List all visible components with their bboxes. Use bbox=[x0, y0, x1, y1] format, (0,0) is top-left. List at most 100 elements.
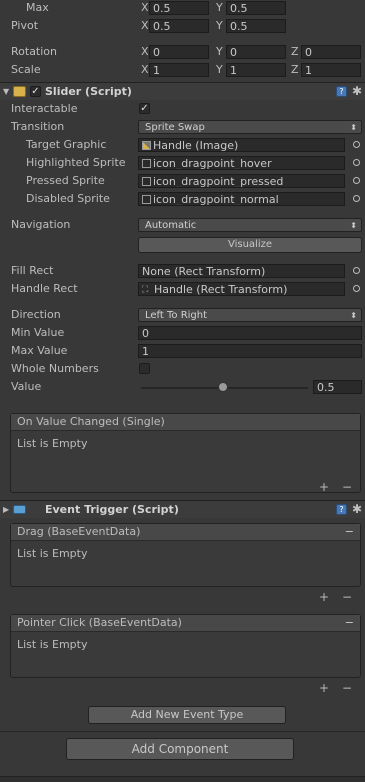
max-value-label: Max Value bbox=[11, 344, 68, 357]
slider-enabled-checkbox[interactable]: ✓ bbox=[30, 86, 41, 97]
object-picker-icon[interactable] bbox=[353, 285, 360, 292]
highlighted-sprite-label: Highlighted Sprite bbox=[26, 156, 126, 169]
pivot-x-axis-label: X bbox=[141, 19, 149, 32]
add-listener-button[interactable]: + bbox=[319, 681, 329, 695]
add-component-button[interactable]: Add Component bbox=[66, 738, 294, 760]
pivot-x-field[interactable]: 0.5 bbox=[149, 19, 209, 33]
pointer-click-event-panel: Pointer Click (BaseEventData) − List is … bbox=[10, 614, 361, 678]
drag-event-panel: Drag (BaseEventData) − List is Empty bbox=[10, 523, 361, 587]
disabled-sprite-label: Disabled Sprite bbox=[26, 192, 110, 205]
check-icon: ✓ bbox=[31, 86, 40, 97]
pivot-y-field[interactable]: 0.5 bbox=[226, 19, 286, 33]
whole-numbers-label: Whole Numbers bbox=[11, 362, 99, 375]
sprite-icon bbox=[142, 177, 151, 186]
rotation-x-field[interactable]: 0 bbox=[149, 45, 209, 59]
event-trigger-title: Event Trigger (Script) bbox=[45, 503, 179, 516]
navigation-dropdown[interactable]: Automatic ⬍ bbox=[138, 218, 362, 232]
rotation-z-axis-label: Z bbox=[291, 45, 299, 58]
direction-dropdown[interactable]: Left To Right ⬍ bbox=[138, 308, 362, 322]
script-icon bbox=[13, 505, 26, 514]
max-y-field[interactable]: 0.5 bbox=[226, 1, 286, 15]
foldout-arrow-icon[interactable]: ▶ bbox=[3, 505, 9, 514]
image-icon bbox=[142, 141, 151, 150]
remove-listener-button[interactable]: − bbox=[342, 480, 352, 494]
on-value-changed-panel: On Value Changed (Single) List is Empty bbox=[10, 413, 361, 493]
add-listener-button[interactable]: + bbox=[319, 590, 329, 604]
rotation-y-field[interactable]: 0 bbox=[226, 45, 286, 59]
bottom-bar bbox=[0, 776, 365, 782]
foldout-arrow-icon[interactable]: ▼ bbox=[3, 87, 9, 96]
disabled-sprite-value: icon_dragpoint_normal bbox=[153, 193, 279, 206]
remove-listener-button[interactable]: − bbox=[342, 590, 352, 604]
interactable-label: Interactable bbox=[11, 102, 78, 115]
help-icon[interactable]: ? bbox=[336, 86, 347, 97]
event-trigger-component-header[interactable]: ▶ Event Trigger (Script) ? ✱ bbox=[0, 500, 365, 518]
visualize-button[interactable]: Visualize bbox=[138, 237, 362, 253]
drag-event-empty: List is Empty bbox=[17, 547, 88, 560]
dropdown-arrow-icon: ⬍ bbox=[350, 221, 357, 230]
handle-rect-value: Handle (Rect Transform) bbox=[154, 283, 288, 296]
slider-title: Slider (Script) bbox=[45, 85, 132, 98]
value-field[interactable]: 0.5 bbox=[313, 380, 362, 394]
handle-rect-field[interactable]: ⛶ Handle (Rect Transform) bbox=[138, 282, 345, 296]
rotation-z-field[interactable]: 0 bbox=[301, 45, 361, 59]
slider-component-header[interactable]: ▼ ✓ Slider (Script) ? ✱ bbox=[0, 82, 365, 100]
on-value-changed-header: On Value Changed (Single) bbox=[11, 414, 360, 431]
object-picker-icon[interactable] bbox=[353, 195, 360, 202]
navigation-value: Automatic bbox=[145, 220, 197, 231]
fill-rect-field[interactable]: None (Rect Transform) bbox=[138, 264, 345, 278]
sprite-icon bbox=[142, 159, 151, 168]
object-picker-icon[interactable] bbox=[353, 267, 360, 274]
target-graphic-field[interactable]: Handle (Image) bbox=[138, 138, 345, 152]
remove-listener-button[interactable]: − bbox=[342, 681, 352, 695]
max-value-field[interactable]: 1 bbox=[138, 344, 362, 358]
gear-icon[interactable]: ✱ bbox=[352, 84, 362, 98]
object-picker-icon[interactable] bbox=[353, 177, 360, 184]
interactable-checkbox[interactable]: ✓ bbox=[139, 103, 150, 114]
transition-value: Sprite Swap bbox=[145, 122, 205, 133]
gear-icon[interactable]: ✱ bbox=[352, 502, 362, 516]
target-graphic-value: Handle (Image) bbox=[153, 139, 239, 152]
transition-label: Transition bbox=[11, 120, 65, 133]
max-label: Max bbox=[26, 1, 49, 14]
min-value-label: Min Value bbox=[11, 326, 65, 339]
scale-y-axis-label: Y bbox=[216, 63, 223, 76]
remove-event-button[interactable]: − bbox=[345, 615, 354, 631]
scale-y-field[interactable]: 1 bbox=[226, 63, 286, 77]
pressed-sprite-label: Pressed Sprite bbox=[26, 174, 105, 187]
dropdown-arrow-icon: ⬍ bbox=[350, 311, 357, 320]
direction-value: Left To Right bbox=[145, 310, 208, 321]
transition-dropdown[interactable]: Sprite Swap ⬍ bbox=[138, 120, 362, 134]
remove-event-button[interactable]: − bbox=[345, 524, 354, 540]
max-y-axis-label: Y bbox=[216, 1, 223, 14]
handle-rect-label: Handle Rect bbox=[11, 282, 78, 295]
slider-component-icon bbox=[13, 86, 26, 97]
add-new-event-type-button[interactable]: Add New Event Type bbox=[88, 706, 286, 724]
add-listener-button[interactable]: + bbox=[319, 480, 329, 494]
object-picker-icon[interactable] bbox=[353, 141, 360, 148]
navigation-label: Navigation bbox=[11, 218, 71, 231]
help-icon[interactable]: ? bbox=[336, 504, 347, 515]
rotation-label: Rotation bbox=[11, 45, 58, 58]
pointer-click-event-title: Pointer Click (BaseEventData) bbox=[17, 616, 182, 629]
on-value-changed-empty: List is Empty bbox=[17, 437, 88, 450]
pivot-label: Pivot bbox=[11, 19, 39, 32]
scale-z-field[interactable]: 1 bbox=[301, 63, 361, 77]
pressed-sprite-value: icon_dragpoint_pressed bbox=[153, 175, 284, 188]
fill-rect-label: Fill Rect bbox=[11, 264, 54, 277]
whole-numbers-checkbox[interactable] bbox=[139, 363, 150, 374]
pressed-sprite-field[interactable]: icon_dragpoint_pressed bbox=[138, 174, 345, 188]
max-x-axis-label: X bbox=[141, 1, 149, 14]
pivot-y-axis-label: Y bbox=[216, 19, 223, 32]
max-x-field[interactable]: 0.5 bbox=[149, 1, 209, 15]
object-picker-icon[interactable] bbox=[353, 159, 360, 166]
value-slider-handle[interactable] bbox=[218, 382, 228, 392]
pointer-click-event-empty: List is Empty bbox=[17, 638, 88, 651]
disabled-sprite-field[interactable]: icon_dragpoint_normal bbox=[138, 192, 345, 206]
min-value-field[interactable]: 0 bbox=[138, 326, 362, 340]
scale-x-field[interactable]: 1 bbox=[149, 63, 209, 77]
scale-x-axis-label: X bbox=[141, 63, 149, 76]
highlighted-sprite-field[interactable]: icon_dragpoint_hover bbox=[138, 156, 345, 170]
scale-z-axis-label: Z bbox=[291, 63, 299, 76]
drag-event-title: Drag (BaseEventData) bbox=[17, 525, 141, 538]
